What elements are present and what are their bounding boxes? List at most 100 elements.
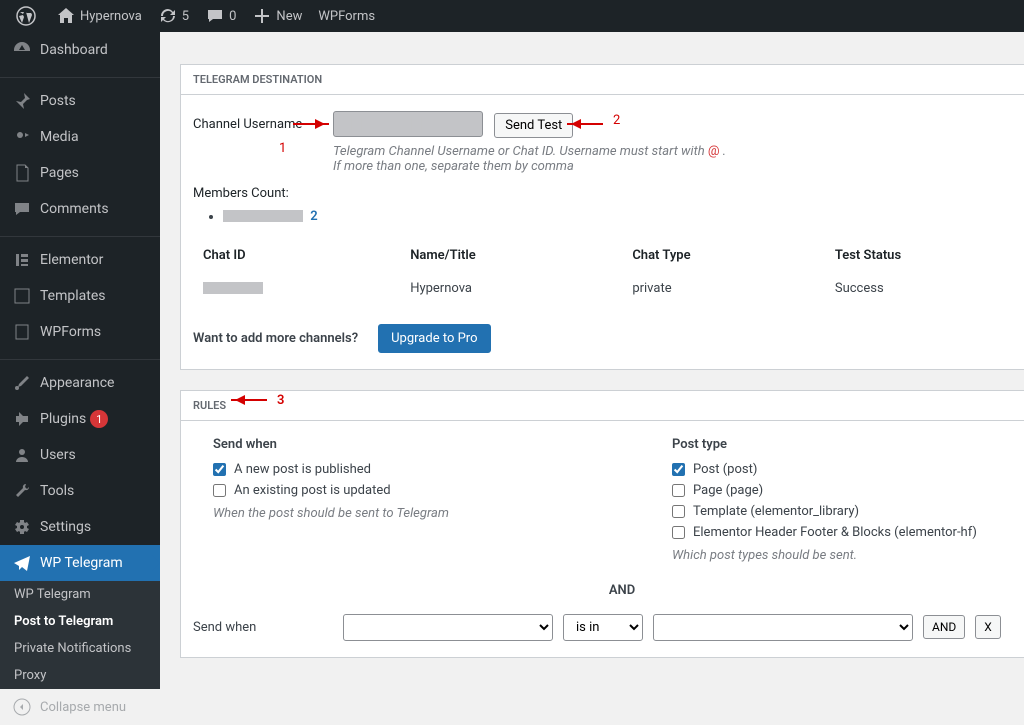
templates-icon — [12, 286, 32, 306]
plugin-icon — [12, 409, 32, 429]
condition-operator-select[interactable]: is in — [563, 614, 643, 641]
updates-link[interactable]: 5 — [150, 6, 197, 26]
updates-count: 5 — [182, 9, 189, 24]
elementor-icon — [12, 250, 32, 270]
checkbox-elementor-hf[interactable] — [672, 526, 685, 539]
check-post[interactable]: Post (post) — [672, 462, 1024, 477]
sidebar-item-users[interactable]: Users — [0, 437, 160, 473]
channel-username-input[interactable] — [333, 111, 483, 137]
sidebar-item-comments[interactable]: Comments — [0, 191, 160, 227]
rules-box: RULES 3 Send when A new post is publishe… — [180, 390, 1024, 658]
and-separator: AND — [193, 583, 1024, 598]
th-chat-id: Chat ID — [195, 242, 400, 269]
send-test-button[interactable]: Send Test — [494, 113, 573, 138]
channel-help-text: Telegram Channel Username or Chat ID. Us… — [333, 144, 1024, 174]
post-type-help: Which post types should be sent. — [672, 548, 1024, 563]
sidebar-item-wp-telegram[interactable]: WP Telegram — [0, 545, 160, 581]
redacted-member-name — [223, 210, 303, 222]
td-name-title: Hypernova — [402, 271, 622, 306]
checkbox-post[interactable] — [672, 463, 685, 476]
check-new-post[interactable]: A new post is published — [213, 462, 592, 477]
annotation-arrow-2 — [567, 123, 603, 125]
page-icon — [12, 163, 32, 183]
sidebar-item-label: Templates — [40, 288, 106, 304]
sidebar-item-media[interactable]: Media — [0, 119, 160, 155]
sidebar-item-wpforms[interactable]: WPForms — [0, 314, 160, 350]
upgrade-to-pro-button[interactable]: Upgrade to Pro — [378, 324, 490, 353]
checkbox-existing-post[interactable] — [213, 484, 226, 497]
send-when-help: When the post should be sent to Telegram — [213, 506, 592, 521]
check-template[interactable]: Template (elementor_library) — [672, 504, 1024, 519]
annotation-number-2: 2 — [613, 113, 620, 128]
media-icon — [12, 127, 32, 147]
wpforms-link[interactable]: WPForms — [310, 9, 383, 24]
sidebar-item-label: Users — [40, 447, 76, 463]
brush-icon — [12, 373, 32, 393]
sidebar-item-label: Comments — [40, 201, 109, 217]
sidebar-item-label: WP Telegram — [40, 555, 123, 571]
th-chat-type: Chat Type — [624, 242, 825, 269]
sidebar-item-label: Pages — [40, 165, 79, 181]
plugin-badge: 1 — [90, 410, 108, 428]
add-and-button[interactable]: AND — [923, 615, 965, 639]
user-icon — [12, 445, 32, 465]
checkbox-new-post[interactable] — [213, 463, 226, 476]
checkbox-template[interactable] — [672, 505, 685, 518]
submenu-post-to-telegram[interactable]: Post to Telegram — [0, 608, 160, 635]
wpforms-label: WPForms — [318, 9, 375, 24]
collapse-icon — [12, 697, 32, 717]
pin-icon — [12, 91, 32, 111]
submenu-private-notifications[interactable]: Private Notifications — [0, 635, 160, 662]
annotation-arrow-1 — [293, 123, 329, 125]
menu-separator — [0, 73, 160, 78]
sidebar-item-label: Posts — [40, 93, 76, 109]
send-when-column: Send when A new post is published An exi… — [213, 437, 592, 563]
remove-condition-button[interactable]: X — [975, 615, 1001, 639]
member-count-value: 2 — [310, 209, 317, 224]
sidebar-item-templates[interactable]: Templates — [0, 278, 160, 314]
comments-link[interactable]: 0 — [197, 6, 244, 26]
sidebar-item-appearance[interactable]: Appearance — [0, 365, 160, 401]
tools-icon — [12, 481, 32, 501]
sidebar-item-tools[interactable]: Tools — [0, 473, 160, 509]
sidebar-item-settings[interactable]: Settings — [0, 509, 160, 545]
check-existing-post[interactable]: An existing post is updated — [213, 483, 592, 498]
sidebar-item-label: WPForms — [40, 324, 101, 340]
post-type-column: Post type Post (post) Page (page) Templa… — [672, 437, 1024, 563]
admin-sidebar: Dashboard Posts Media Pages Comments Ele… — [0, 32, 160, 571]
annotation-number-1: 1 — [279, 141, 286, 156]
table-row: Hypernova private Success — [195, 271, 1024, 306]
submenu-wp-telegram[interactable]: WP Telegram — [0, 581, 160, 608]
condition-label: Send when — [193, 620, 333, 635]
sidebar-item-dashboard[interactable]: Dashboard — [0, 32, 160, 68]
checkbox-page[interactable] — [672, 484, 685, 497]
plus-icon — [252, 6, 272, 26]
sidebar-item-elementor[interactable]: Elementor — [0, 242, 160, 278]
sidebar-item-label: Dashboard — [40, 42, 108, 58]
post-type-title: Post type — [672, 437, 1024, 452]
menu-separator — [0, 355, 160, 360]
new-content-link[interactable]: New — [244, 6, 310, 26]
sidebar-item-plugins[interactable]: Plugins 1 — [0, 401, 160, 437]
td-chat-type: private — [624, 271, 825, 306]
th-name-title: Name/Title — [402, 242, 622, 269]
collapse-menu-button[interactable]: Collapse menu — [0, 689, 160, 725]
sidebar-item-pages[interactable]: Pages — [0, 155, 160, 191]
site-name-link[interactable]: Hypernova — [48, 6, 150, 26]
wordpress-icon — [16, 6, 36, 26]
check-page[interactable]: Page (page) — [672, 483, 1024, 498]
condition-param-select[interactable] — [343, 614, 553, 641]
home-icon — [56, 6, 76, 26]
wpforms-icon — [12, 322, 32, 342]
condition-value-select[interactable] — [653, 614, 913, 641]
wp-logo[interactable] — [8, 6, 48, 26]
collapse-label: Collapse menu — [40, 700, 126, 715]
settings-icon — [12, 517, 32, 537]
sidebar-item-posts[interactable]: Posts — [0, 83, 160, 119]
main-content: TELEGRAM DESTINATION Channel Username Se… — [160, 64, 1024, 698]
admin-bar: Hypernova 5 0 New WPForms — [0, 0, 1024, 32]
submenu-proxy[interactable]: Proxy — [0, 662, 160, 689]
annotation-number-3: 3 — [277, 393, 284, 408]
member-item: 2 — [223, 209, 1024, 224]
check-elementor-hf[interactable]: Elementor Header Footer & Blocks (elemen… — [672, 525, 1024, 540]
